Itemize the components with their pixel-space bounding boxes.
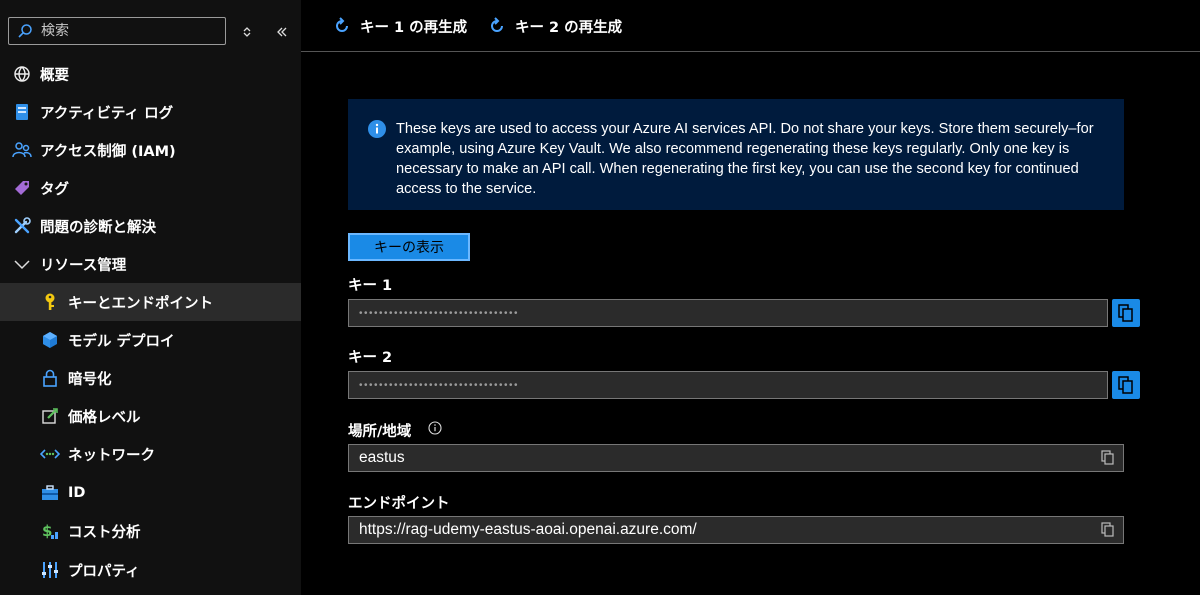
sidebar-item-label: リソース管理: [40, 257, 127, 274]
sidebar-item-label: 問題の診断と解決: [40, 219, 156, 236]
sidebar-item-cost-analysis[interactable]: $ コスト分析: [0, 512, 301, 550]
sidebar-item-label: 概要: [40, 67, 69, 84]
info-message: These keys are used to access your Azure…: [396, 121, 1094, 197]
refresh-icon: [336, 17, 348, 32]
regenerate-key1-label: キー 1 の再生成: [360, 19, 468, 36]
copy-key2-button[interactable]: [1112, 371, 1140, 399]
key-icon: [40, 292, 60, 312]
network-icon: [40, 444, 60, 464]
up-down-icon: [243, 27, 251, 37]
svg-text:$: $: [42, 522, 52, 540]
cube-icon: [40, 330, 60, 350]
sidebar-item-label: キーとエンドポイント: [68, 295, 213, 312]
identity-icon: [40, 483, 60, 503]
sidebar-item-label: モデル デプロイ: [68, 333, 175, 350]
key1-label: キー 1: [348, 278, 393, 294]
activity-log-icon: [12, 102, 32, 122]
sidebar-item-identity[interactable]: ID: [0, 474, 301, 512]
info-icon: [368, 120, 386, 138]
sidebar-item-label: タグ: [40, 181, 69, 198]
sidebar-item-label: アクセス制御 (IAM): [40, 143, 176, 160]
regenerate-key1-button[interactable]: キー 1 の再生成: [333, 14, 467, 38]
collapse-sidebar-button[interactable]: [270, 20, 294, 44]
sidebar-item-encryption[interactable]: 暗号化: [0, 359, 301, 397]
double-chevron-left-icon: [277, 27, 287, 37]
iam-icon: [12, 140, 32, 160]
sidebar-item-activity-log[interactable]: アクティビティ ログ: [0, 93, 301, 131]
edit-icon: [40, 406, 60, 426]
endpoint-label: エンドポイント: [348, 496, 450, 512]
info-tooltip-icon[interactable]: [428, 421, 442, 435]
sidebar-item-label: ネットワーク: [68, 447, 155, 464]
sidebar-item-diagnose[interactable]: 問題の診断と解決: [0, 207, 301, 245]
sidebar-item-network[interactable]: ネットワーク: [0, 435, 301, 473]
copy-location-icon[interactable]: [1100, 450, 1116, 466]
search-box[interactable]: [8, 17, 226, 45]
location-field[interactable]: eastus: [348, 444, 1124, 472]
sidebar-item-label: コスト分析: [68, 524, 141, 541]
sidebar-group-resource-management[interactable]: リソース管理: [0, 245, 301, 283]
sidebar-item-properties[interactable]: プロパティ: [0, 551, 301, 589]
copy-icon: [1118, 376, 1133, 394]
key2-label: キー 2: [348, 350, 393, 366]
show-keys-button[interactable]: キーの表示: [348, 233, 470, 261]
key1-field[interactable]: ••••••••••••••••••••••••••••••••: [348, 299, 1108, 327]
sidebar-item-tags[interactable]: タグ: [0, 169, 301, 207]
diagnose-icon: [12, 216, 32, 236]
search-icon: [18, 24, 32, 38]
regenerate-key2-button[interactable]: キー 2 の再生成: [488, 14, 622, 38]
lock-icon: [40, 368, 60, 388]
copy-icon: [1118, 304, 1133, 322]
sidebar-item-label: ID: [68, 485, 86, 501]
endpoint-field[interactable]: https://rag-udemy-eastus-aoai.openai.azu…: [348, 516, 1124, 544]
regenerate-key2-label: キー 2 の再生成: [515, 19, 623, 36]
sidebar: 概要 アクティビティ ログ アクセス制御 (IAM) タグ 問題の診断と解決 リ…: [0, 0, 301, 595]
sort-toggle-button[interactable]: [235, 20, 259, 44]
sidebar-item-label: 価格レベル: [68, 409, 141, 426]
sidebar-item-label: 暗号化: [68, 371, 112, 388]
copy-endpoint-icon[interactable]: [1100, 522, 1116, 538]
sidebar-item-model-deploy[interactable]: モデル デプロイ: [0, 321, 301, 359]
location-label: 場所/地域: [348, 424, 412, 440]
command-bar: キー 1 の再生成 キー 2 の再生成: [301, 0, 1200, 52]
sidebar-item-overview[interactable]: 概要: [0, 55, 301, 93]
overview-icon: [12, 64, 32, 84]
cost-icon: $: [40, 521, 60, 541]
tag-icon: [12, 178, 32, 198]
search-input[interactable]: [39, 22, 223, 40]
info-banner: These keys are used to access your Azure…: [348, 99, 1124, 210]
copy-key1-button[interactable]: [1112, 299, 1140, 327]
properties-icon: [40, 560, 60, 580]
sidebar-item-pricing-tier[interactable]: 価格レベル: [0, 397, 301, 435]
sidebar-item-keys-endpoints[interactable]: キーとエンドポイント: [0, 283, 301, 321]
refresh-icon: [491, 17, 503, 32]
sidebar-item-iam[interactable]: アクセス制御 (IAM): [0, 131, 301, 169]
sidebar-item-label: プロパティ: [68, 563, 140, 580]
sidebar-item-label: アクティビティ ログ: [40, 105, 174, 122]
chevron-down-icon: [12, 254, 32, 274]
key2-field[interactable]: ••••••••••••••••••••••••••••••••: [348, 371, 1108, 399]
